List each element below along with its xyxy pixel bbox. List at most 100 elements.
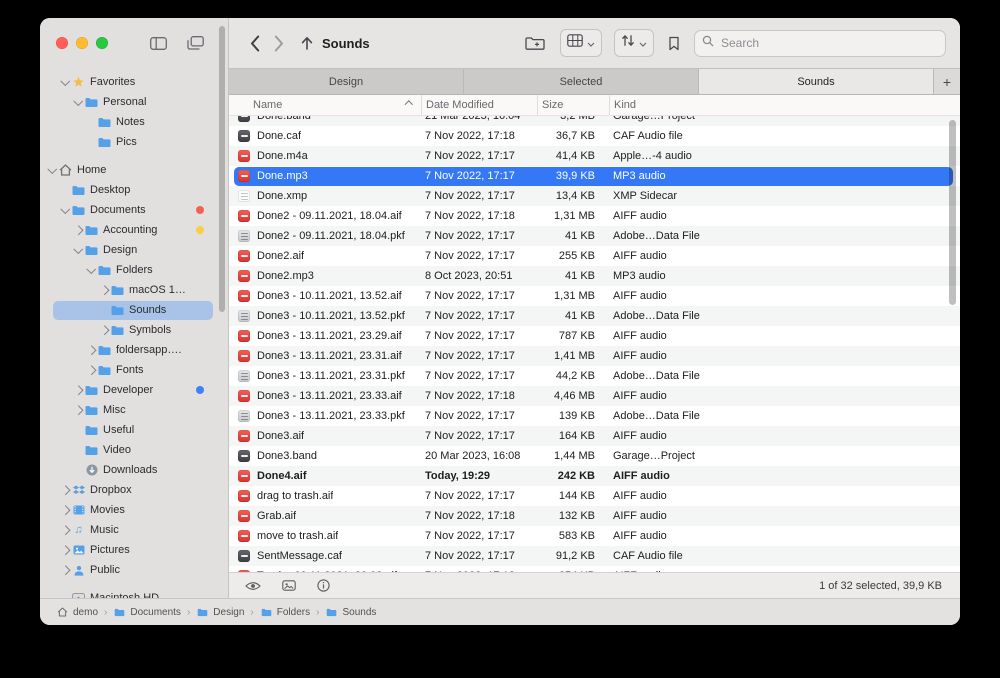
chevron-down-icon[interactable] [72, 99, 84, 106]
sidebar-item-useful[interactable]: Useful [40, 420, 228, 440]
chevron-down-icon[interactable] [72, 247, 84, 254]
chevron-right-icon[interactable] [98, 287, 110, 294]
sidebar-item-foldersapp[interactable]: foldersapp…. [40, 340, 228, 360]
file-row[interactable]: SentMessage.caf7 Nov 2022, 17:1791,2 KBC… [229, 546, 960, 566]
file-row[interactable]: Done.m4a7 Nov 2022, 17:1741,4 KBApple…-4… [229, 146, 960, 166]
sidebar-item-macintosh-hd[interactable]: Macintosh HD [40, 588, 228, 598]
sidebar-item-desktop[interactable]: Desktop [40, 180, 228, 200]
file-row[interactable]: Done.caf7 Nov 2022, 17:1836,7 KBCAF Audi… [229, 126, 960, 146]
file-row[interactable]: Done3 - 13.11.2021, 23.31.pkf7 Nov 2022,… [229, 366, 960, 386]
up-arrow-icon[interactable] [299, 34, 315, 52]
sidebar-item-public[interactable]: Public [40, 560, 228, 580]
chevron-right-icon[interactable] [72, 407, 84, 414]
file-row[interactable]: Done3 - 13.11.2021, 23.29.aif7 Nov 2022,… [229, 326, 960, 346]
chevron-right-icon[interactable] [72, 387, 84, 394]
sidebar-item-notes[interactable]: Notes [40, 112, 228, 132]
sidebar-item-favorites[interactable]: Favorites [40, 72, 228, 92]
eye-icon[interactable] [243, 579, 263, 593]
file-row[interactable]: Done.mp37 Nov 2022, 17:1739,9 KBMP3 audi… [229, 166, 960, 186]
file-row[interactable]: Done3 - 10.11.2021, 13.52.aif7 Nov 2022,… [229, 286, 960, 306]
file-row[interactable]: Trash - 09.11.2021, 20.08.aif7 Nov 2022,… [229, 566, 960, 572]
back-button[interactable] [243, 29, 267, 57]
sidebar-item-home[interactable]: Home [40, 160, 228, 180]
file-row[interactable]: Done3 - 13.11.2021, 23.33.pkf7 Nov 2022,… [229, 406, 960, 426]
breadcrumb-sounds[interactable]: Sounds [325, 607, 376, 618]
image-preview-icon[interactable] [280, 578, 298, 593]
chevron-down-icon[interactable] [46, 167, 58, 174]
breadcrumb-design[interactable]: Design [196, 607, 244, 618]
forward-button[interactable] [267, 29, 291, 57]
minimize-button[interactable] [76, 37, 88, 49]
chevron-right-icon[interactable] [98, 327, 110, 334]
chevron-right-icon[interactable] [59, 487, 71, 494]
file-row[interactable]: Done3 - 13.11.2021, 23.31.aif7 Nov 2022,… [229, 346, 960, 366]
search-input[interactable] [719, 35, 938, 51]
file-row[interactable]: Done3.band20 Mar 2023, 16:081,44 MBGarag… [229, 446, 960, 466]
new-tab-button[interactable]: + [934, 69, 960, 94]
chevron-right-icon[interactable] [85, 347, 97, 354]
tab-design[interactable]: Design [229, 69, 464, 94]
sidebar-item-personal[interactable]: Personal [40, 92, 228, 112]
file-row[interactable]: drag to trash.aif7 Nov 2022, 17:17144 KB… [229, 486, 960, 506]
column-header-size[interactable]: Size [537, 95, 609, 115]
file-row[interactable]: Grab.aif7 Nov 2022, 17:18132 KBAIFF audi… [229, 506, 960, 526]
sidebar-item-macos-1[interactable]: macOS 1… [40, 280, 228, 300]
sidebar-item-dropbox[interactable]: Dropbox [40, 480, 228, 500]
sidebar-item-pictures[interactable]: Pictures [40, 540, 228, 560]
file-row[interactable]: Done2 - 09.11.2021, 18.04.aif7 Nov 2022,… [229, 206, 960, 226]
bookmark-button[interactable] [666, 34, 682, 53]
new-folder-button[interactable] [523, 34, 548, 53]
sidebar-item-music[interactable]: ♫Music [40, 520, 228, 540]
chevron-right-icon[interactable] [59, 567, 71, 574]
sidebar-item-design[interactable]: Design [40, 240, 228, 260]
file-row[interactable]: Done2 - 09.11.2021, 18.04.pkf7 Nov 2022,… [229, 226, 960, 246]
sidebar-toggle-icon[interactable] [148, 35, 169, 52]
chevron-right-icon[interactable] [72, 227, 84, 234]
file-row[interactable]: Done.band21 Mar 2023, 16:043,2 MBGarage…… [229, 116, 960, 126]
file-row[interactable]: Done3 - 13.11.2021, 23.33.aif7 Nov 2022,… [229, 386, 960, 406]
info-icon[interactable] [315, 577, 332, 594]
breadcrumb-demo[interactable]: demo [56, 606, 98, 618]
sidebar-item-misc[interactable]: Misc [40, 400, 228, 420]
chevron-right-icon[interactable] [59, 527, 71, 534]
sidebar-item-documents[interactable]: Documents [40, 200, 228, 220]
sidebar-item-movies[interactable]: Movies [40, 500, 228, 520]
file-row[interactable]: Done4.aifToday, 19:29242 KBAIFF audio [229, 466, 960, 486]
column-header-kind[interactable]: Kind [609, 95, 960, 115]
file-row[interactable]: Done.xmp7 Nov 2022, 17:1713,4 KBXMP Side… [229, 186, 960, 206]
breadcrumb-documents[interactable]: Documents [113, 607, 181, 618]
sidebar-item-downloads[interactable]: Downloads [40, 460, 228, 480]
column-header-date-modified[interactable]: Date Modified [421, 95, 537, 115]
sidebar-item-accounting[interactable]: Accounting [40, 220, 228, 240]
chevron-right-icon[interactable] [59, 507, 71, 514]
chevron-right-icon[interactable] [59, 547, 71, 554]
sidebar-item-fonts[interactable]: Fonts [40, 360, 228, 380]
tab-selected[interactable]: Selected [464, 69, 699, 94]
column-header-name[interactable]: Name [229, 95, 421, 115]
close-button[interactable] [56, 37, 68, 49]
sidebar-item-sounds[interactable]: Sounds [40, 300, 228, 320]
breadcrumb-folders[interactable]: Folders [260, 607, 310, 618]
tab-sounds[interactable]: Sounds [699, 69, 934, 94]
window-tabs-icon[interactable] [185, 34, 206, 52]
view-mode-button[interactable] [560, 29, 602, 57]
sidebar-item-developer[interactable]: Developer [40, 380, 228, 400]
sidebar-item-pics[interactable]: Pics [40, 132, 228, 152]
sidebar-item-symbols[interactable]: Symbols [40, 320, 228, 340]
sidebar-item-video[interactable]: Video [40, 440, 228, 460]
zoom-button[interactable] [96, 37, 108, 49]
file-row[interactable]: Done3.aif7 Nov 2022, 17:17164 KBAIFF aud… [229, 426, 960, 446]
sidebar-item-folders[interactable]: Folders [40, 260, 228, 280]
file-row[interactable]: Done2.aif7 Nov 2022, 17:17255 KBAIFF aud… [229, 246, 960, 266]
search-field[interactable] [694, 30, 946, 57]
chevron-down-icon[interactable] [59, 207, 71, 214]
chevron-down-icon[interactable] [85, 267, 97, 274]
sort-button[interactable] [614, 29, 654, 57]
sidebar-scrollbar[interactable] [219, 26, 225, 312]
chevron-right-icon[interactable] [85, 367, 97, 374]
chevron-down-icon[interactable] [59, 79, 71, 86]
file-row[interactable]: Done2.mp38 Oct 2023, 20:5141 KBMP3 audio [229, 266, 960, 286]
file-row[interactable]: Done3 - 10.11.2021, 13.52.pkf7 Nov 2022,… [229, 306, 960, 326]
file-row[interactable]: move to trash.aif7 Nov 2022, 17:17583 KB… [229, 526, 960, 546]
list-scrollbar[interactable] [949, 120, 956, 305]
